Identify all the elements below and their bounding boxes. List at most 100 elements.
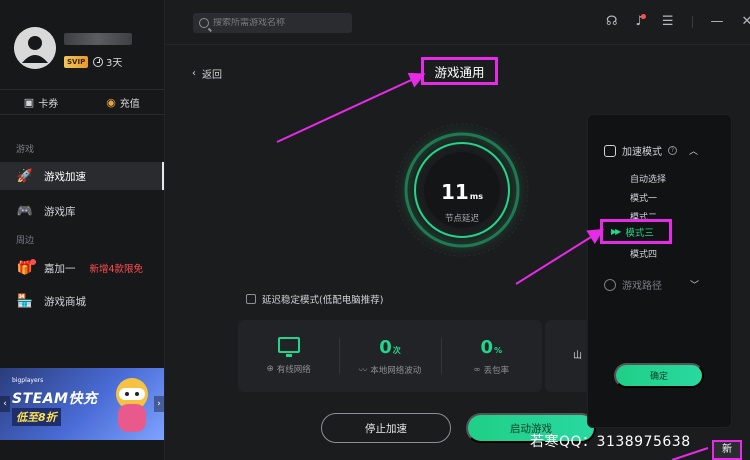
stat-partial: 山 <box>545 320 589 392</box>
sidebar-item-free-games[interactable]: 🎁 嘉加一 新增4款限免 <box>0 254 164 282</box>
store-icon: 🏪 <box>16 293 34 309</box>
selected-mode-label: 模式三 <box>625 227 654 239</box>
stable-mode-label: 延迟稳定模式(低配电脑推荐) <box>262 295 384 306</box>
stat-label-text: 有线网络 <box>276 365 311 375</box>
banner-title: STEAM快充 <box>12 391 98 407</box>
mode-option-3-selected[interactable]: ▶▶ 模式三 <box>600 219 672 244</box>
corner-button[interactable]: 新 <box>712 440 742 460</box>
stop-boost-button[interactable]: 停止加速 <box>321 413 451 443</box>
stable-mode-option[interactable]: 延迟稳定模式(低配电脑推荐) <box>246 292 383 306</box>
game-route-header[interactable]: 游戏路径 ﹀ <box>604 277 699 292</box>
pulse-icon: 〰 <box>358 366 368 376</box>
watermark: 若寒QQ：3138975638 <box>530 434 691 450</box>
coupon-button[interactable]: ▣ 卡券 <box>0 90 82 114</box>
latency-unit: ms <box>469 192 483 201</box>
confirm-button[interactable]: 确定 <box>614 363 704 388</box>
stat-unit: % <box>494 346 503 355</box>
stat-network-fluctuation: 0次 〰本地网络波动 <box>339 320 440 392</box>
latency-number: 11 <box>441 180 469 204</box>
search-input[interactable] <box>213 18 343 28</box>
latency-value: 11ms <box>392 180 532 204</box>
page-title: 游戏通用 <box>421 57 498 85</box>
banner-prev-button[interactable]: ‹ <box>0 396 10 412</box>
stat-wired-network: ⊕ 有线网络 <box>238 320 339 392</box>
sidebar-item-label: 游戏加速 <box>44 170 86 183</box>
notification-dot <box>30 259 36 265</box>
stable-mode-checkbox[interactable] <box>246 294 256 304</box>
promo-text: 新增4款限免 <box>89 264 144 275</box>
recharge-label: 充值 <box>119 98 140 110</box>
menu-icon[interactable]: ☰ <box>662 14 674 30</box>
banner-subtitle: 低至8折 <box>12 408 61 426</box>
sidebar-item-label: 嘉加一 <box>44 262 76 275</box>
chevron-up-icon[interactable]: ︿ <box>689 144 698 157</box>
stat-value: 0次 <box>379 336 401 360</box>
latency-gauge: 11ms 节点延迟 <box>392 120 532 260</box>
boost-mode-header[interactable]: 加速模式 ? ︿ <box>604 143 698 158</box>
stat-number: 0 <box>379 337 392 358</box>
vip-days-label: 3天 <box>106 58 123 69</box>
monitor-icon <box>277 337 300 357</box>
latency-label: 节点延迟 <box>444 214 479 224</box>
coupon-label: 卡券 <box>38 98 59 110</box>
mode-icon <box>604 144 616 157</box>
stat-unit: 次 <box>392 346 401 355</box>
sidebar-item-game-library[interactable]: 🎮 游戏库 <box>0 197 164 225</box>
gamepad-icon: 🎮 <box>16 203 34 219</box>
stat-label: ⊕ 有线网络 <box>267 363 311 375</box>
back-label: 返回 <box>202 70 222 81</box>
coupon-icon: ▣ <box>23 95 35 109</box>
stat-label: ∞ 丢包率 <box>474 364 510 376</box>
section-label-around: 周边 <box>16 236 35 246</box>
sidebar: SVIP 3天 ▣ 卡券 ◉ 充值 游戏 🚀 游戏加速 🎮 游戏库 周边 🎁 嘉… <box>0 0 165 460</box>
username-blurred <box>64 33 132 45</box>
mascot-image <box>116 378 148 432</box>
user-icon <box>14 27 56 69</box>
coin-icon: ◉ <box>106 95 116 109</box>
sidebar-item-game-boost[interactable]: 🚀 游戏加速 <box>0 162 164 190</box>
banner-brand: bigplayers <box>12 377 44 384</box>
rocket-icon: 🚀 <box>16 168 34 184</box>
sidebar-item-label: 游戏库 <box>44 205 76 218</box>
globe-icon: ⊕ <box>266 364 274 374</box>
vip-days: 3天 <box>93 54 122 69</box>
topbar-divider <box>165 44 750 45</box>
search-bar[interactable] <box>193 13 352 33</box>
clock-icon <box>93 56 103 67</box>
sidebar-item-game-store[interactable]: 🏪 游戏商城 <box>0 287 164 315</box>
mode-option-4[interactable]: 模式四 <box>630 247 657 260</box>
stat-value: 0% <box>481 336 503 360</box>
banner-next-button[interactable]: › <box>154 396 164 412</box>
stat-label-text: 本地网络波动 <box>370 366 422 376</box>
route-icon <box>604 278 616 291</box>
recharge-button[interactable]: ◉ 充值 <box>82 90 164 114</box>
divider <box>691 16 693 28</box>
play-icon: ▶▶ <box>611 227 621 236</box>
stat-number: 0 <box>480 337 494 358</box>
promo-banner[interactable]: bigplayers STEAM快充 低至8折 ‹ › <box>0 368 164 440</box>
headset-icon[interactable]: ☊ <box>606 14 618 30</box>
mode-option-1[interactable]: 模式一 <box>630 191 657 204</box>
boost-mode-title: 加速模式 <box>622 147 662 158</box>
wallet-row: ▣ 卡券 ◉ 充值 <box>0 89 164 115</box>
back-button[interactable]: ‹ 返回 <box>192 66 222 81</box>
minimize-icon[interactable]: — <box>711 14 724 30</box>
link-icon: ∞ <box>473 365 481 375</box>
stat-packet-loss: 0% ∞ 丢包率 <box>440 320 542 392</box>
chevron-down-icon[interactable]: ﹀ <box>690 278 699 291</box>
chevron-left-icon: ‹ <box>192 68 196 79</box>
search-icon <box>199 18 209 28</box>
window-controls: ☊ ♪ ☰ — ✕ <box>606 14 750 30</box>
stat-label-text: 丢包率 <box>483 366 510 376</box>
vip-badge: SVIP <box>64 56 89 68</box>
stat-partial-text: 山 <box>573 351 583 361</box>
network-stats-panel: ⊕ 有线网络 0次 〰本地网络波动 0% ∞ 丢包率 <box>238 320 542 392</box>
bell-icon[interactable]: ♪ <box>636 14 646 30</box>
sidebar-item-label: 游戏商城 <box>44 295 86 308</box>
section-label-game: 游戏 <box>16 145 35 155</box>
help-icon[interactable]: ? <box>668 146 677 155</box>
game-route-title: 游戏路径 <box>622 281 662 292</box>
avatar[interactable] <box>14 27 56 69</box>
mode-option-auto[interactable]: 自动选择 <box>630 172 666 185</box>
close-icon[interactable]: ✕ <box>742 14 750 30</box>
